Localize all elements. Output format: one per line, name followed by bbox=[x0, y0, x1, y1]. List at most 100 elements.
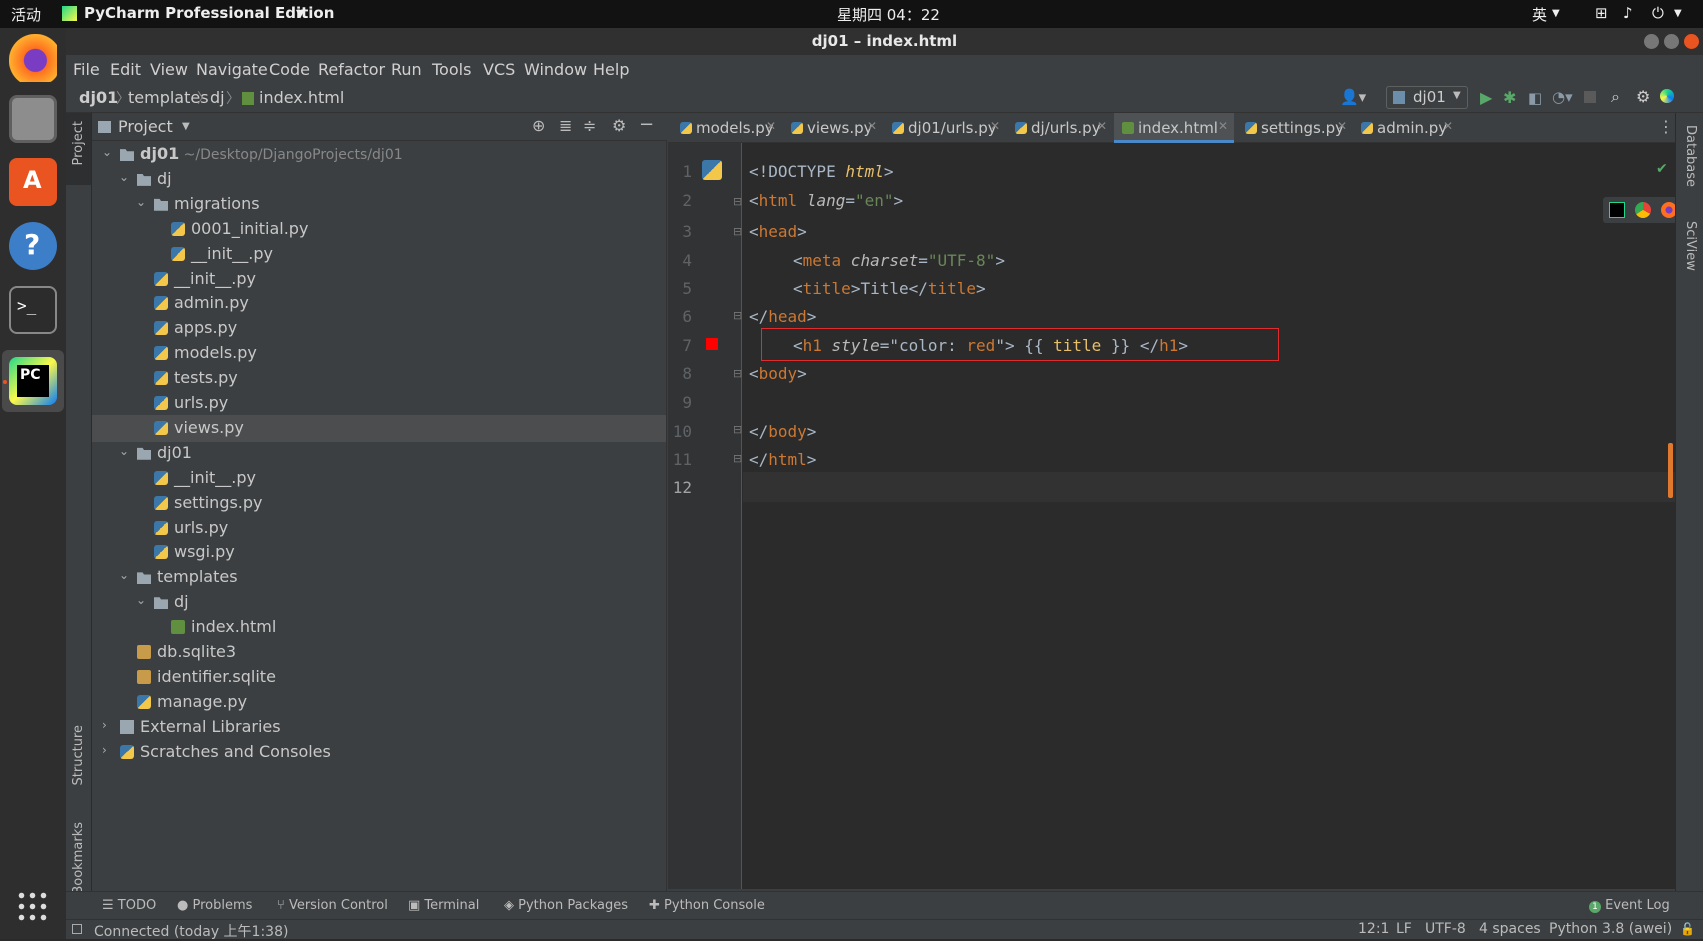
tree-item[interactable]: ⌄ migrations bbox=[92, 191, 666, 218]
tree-item[interactable]: › External Libraries bbox=[92, 714, 666, 741]
tree-item[interactable]: ⌄ dj bbox=[92, 589, 666, 616]
user-icon[interactable]: 👤▾ bbox=[1340, 88, 1366, 106]
menu-view[interactable]: View bbox=[150, 60, 188, 79]
fold-icon[interactable]: ⊟ bbox=[733, 309, 742, 322]
fold-icon[interactable]: ⊟ bbox=[733, 195, 742, 208]
clock[interactable]: 星期四 04：22 bbox=[837, 4, 940, 25]
tree-item[interactable]: urls.py bbox=[92, 390, 666, 417]
tree-item[interactable]: wsgi.py bbox=[92, 539, 666, 566]
check-icon[interactable]: ✔ bbox=[1656, 161, 1668, 177]
color-swatch-icon[interactable] bbox=[706, 338, 718, 350]
tab-views-py[interactable]: views.py ✕ bbox=[783, 113, 881, 143]
collapse-all-icon[interactable]: ≑ bbox=[583, 116, 596, 135]
file-encoding[interactable]: UTF-8 bbox=[1425, 921, 1466, 937]
fold-icon[interactable]: ⊟ bbox=[733, 452, 742, 465]
menu-vcs[interactable]: VCS bbox=[483, 60, 515, 79]
close-tab-icon[interactable]: ✕ bbox=[1443, 119, 1453, 133]
chevron-down-icon[interactable]: ⌄ bbox=[119, 170, 129, 184]
chrome-icon[interactable] bbox=[1635, 202, 1651, 218]
terminal-icon[interactable]: >_ bbox=[9, 286, 57, 334]
tree-item[interactable]: ⌄ templates bbox=[92, 564, 666, 591]
fold-icon[interactable]: ⊟ bbox=[733, 225, 742, 238]
tree-item[interactable]: __init__.py bbox=[92, 465, 666, 492]
menu-tools[interactable]: Tools bbox=[432, 60, 471, 79]
tab-dj01-urls-py[interactable]: dj01/urls.py ✕ bbox=[884, 113, 1004, 143]
tree-item[interactable]: settings.py bbox=[92, 490, 666, 517]
hide-panel-icon[interactable]: − bbox=[639, 114, 654, 135]
gear-icon[interactable]: ⚙ bbox=[612, 116, 626, 135]
stop-icon[interactable] bbox=[1584, 91, 1596, 103]
tab-models-py[interactable]: models.py ✕ bbox=[672, 113, 780, 143]
event-log-tool-button[interactable]: 1 Event Log bbox=[1589, 898, 1670, 913]
run-icon[interactable]: ▶ bbox=[1480, 88, 1492, 107]
tree-item[interactable]: db.sqlite3 bbox=[92, 639, 666, 666]
fold-icon[interactable]: ⊟ bbox=[733, 423, 742, 436]
maximize-icon[interactable] bbox=[1664, 34, 1679, 49]
menu-run[interactable]: Run bbox=[391, 60, 422, 79]
menu-file[interactable]: File bbox=[73, 60, 100, 79]
tree-item[interactable]: urls.py bbox=[92, 515, 666, 542]
tree-item[interactable]: views.py bbox=[92, 414, 666, 442]
close-tab-icon[interactable]: ✕ bbox=[766, 119, 776, 133]
close-tab-icon[interactable]: ✕ bbox=[990, 119, 1000, 133]
breadcrumb-index-html[interactable]: index.html bbox=[259, 88, 344, 107]
close-icon[interactable] bbox=[1684, 34, 1699, 49]
code-editor[interactable]: 1 2 3 4 5 6 7 8 9 10 11 12 ⊟ ⊟ ⊟ ⊟ ⊟ ⊟ <… bbox=[668, 143, 1683, 889]
run-config-select[interactable]: dj01 ▼ bbox=[1386, 86, 1468, 109]
chevron-right-icon[interactable]: › bbox=[102, 743, 107, 757]
chevron-down-icon[interactable]: ⌄ bbox=[102, 145, 112, 159]
network-icon[interactable]: ⊞ bbox=[1595, 4, 1608, 22]
tab-settings-py[interactable]: settings.py ✕ bbox=[1237, 113, 1350, 143]
show-apps-icon[interactable] bbox=[16, 890, 50, 924]
python-run-icon[interactable] bbox=[702, 160, 722, 180]
tree-item[interactable]: ⌄ dj01 bbox=[92, 440, 666, 467]
debug-icon[interactable]: ✱ bbox=[1503, 88, 1516, 107]
search-icon[interactable]: ⌕ bbox=[1611, 87, 1620, 107]
project-view-select[interactable]: Project bbox=[118, 117, 173, 136]
tab-dj-urls-py[interactable]: dj/urls.py ✕ bbox=[1007, 113, 1111, 143]
python-interpreter[interactable]: Python 3.8 (awei) bbox=[1549, 921, 1672, 937]
tab-admin-py[interactable]: admin.py ✕ bbox=[1353, 113, 1457, 143]
menu-help[interactable]: Help bbox=[593, 60, 629, 79]
tree-item[interactable]: 0001_initial.py bbox=[92, 216, 666, 243]
breadcrumb-dj[interactable]: dj bbox=[210, 88, 225, 107]
volume-icon[interactable]: ♪ bbox=[1623, 4, 1633, 22]
close-tab-icon[interactable]: ✕ bbox=[867, 119, 877, 133]
connection-status[interactable]: Connected (today 上午1:38) bbox=[94, 921, 288, 941]
tree-item[interactable]: ⌄ dj bbox=[92, 166, 666, 193]
chevron-right-icon[interactable]: › bbox=[102, 718, 107, 732]
input-method[interactable]: 英 bbox=[1532, 4, 1547, 25]
sciview-tool-button[interactable]: SciView bbox=[1683, 221, 1698, 271]
tree-item[interactable]: models.py bbox=[92, 340, 666, 367]
line-separator[interactable]: LF bbox=[1396, 921, 1412, 937]
tree-item[interactable]: tests.py bbox=[92, 365, 666, 392]
ide-features-icon[interactable] bbox=[1660, 89, 1674, 103]
firefox-icon[interactable] bbox=[9, 34, 57, 82]
menu-edit[interactable]: Edit bbox=[110, 60, 141, 79]
lock-icon[interactable]: 🔓 bbox=[1680, 922, 1695, 936]
problems-tool-button[interactable]: ● Problems bbox=[177, 898, 252, 913]
locate-icon[interactable]: ⊕ bbox=[532, 116, 545, 135]
software-center-icon[interactable]: A bbox=[9, 158, 57, 206]
close-tab-icon[interactable]: ✕ bbox=[1337, 119, 1347, 133]
tree-item[interactable]: __init__.py bbox=[92, 266, 666, 293]
gear-icon[interactable]: ⚙ bbox=[1636, 87, 1650, 106]
scrollbar-marker[interactable] bbox=[1668, 443, 1673, 498]
caret-position[interactable]: 12:1 bbox=[1358, 921, 1389, 937]
menu-window[interactable]: Window bbox=[524, 60, 587, 79]
tree-item[interactable]: admin.py bbox=[92, 290, 666, 317]
expand-all-icon[interactable]: ≣ bbox=[559, 116, 572, 135]
tree-item[interactable]: manage.py bbox=[92, 689, 666, 716]
bookmarks-tool-button[interactable]: Bookmarks bbox=[71, 822, 86, 895]
todo-tool-button[interactable]: ☰ TODO bbox=[102, 898, 156, 913]
python-packages-tool-button[interactable]: ◈ Python Packages bbox=[504, 898, 628, 913]
menu-navigate[interactable]: Navigate bbox=[196, 60, 268, 79]
chevron-down-icon[interactable]: ⌄ bbox=[136, 195, 146, 209]
tree-item[interactable]: __init__.py bbox=[92, 241, 666, 268]
chevron-down-icon[interactable]: ⌄ bbox=[119, 444, 129, 458]
panel-toggle-icon[interactable] bbox=[72, 924, 82, 934]
fold-icon[interactable]: ⊟ bbox=[733, 367, 742, 380]
tree-item[interactable]: index.html bbox=[92, 614, 666, 641]
more-tabs-icon[interactable]: ⋮ bbox=[1658, 117, 1674, 136]
project-tool-button[interactable]: Project bbox=[71, 121, 86, 165]
